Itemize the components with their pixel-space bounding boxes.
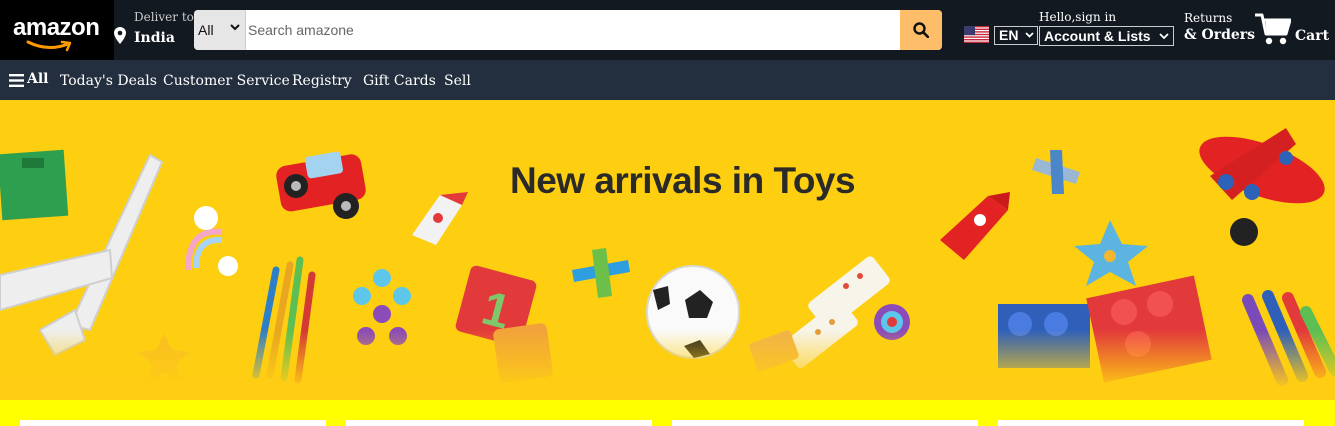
orders-label: & Orders xyxy=(1184,27,1256,43)
nav-gift-cards[interactable]: Gift Cards xyxy=(363,73,436,89)
language-select[interactable]: EN xyxy=(994,26,1038,45)
location-pin-icon xyxy=(114,27,126,44)
logo-text: amazon xyxy=(13,14,100,41)
language-value: EN xyxy=(999,27,1019,43)
returns-label: Returns xyxy=(1184,11,1233,25)
nav-customer-service[interactable]: Customer Service xyxy=(163,73,290,89)
all-menu-label: All xyxy=(27,71,49,87)
cart-label: Cart xyxy=(1295,28,1330,44)
hero-banner[interactable]: 1 New arrivals in Toys xyxy=(0,100,1335,400)
product-card[interactable] xyxy=(672,420,978,426)
us-flag-icon[interactable] xyxy=(964,26,989,43)
search-bar: All xyxy=(194,10,942,50)
product-card[interactable] xyxy=(346,420,652,426)
nav-sell[interactable]: Sell xyxy=(444,73,471,89)
account-lists-select[interactable]: Account & Lists xyxy=(1039,26,1174,46)
nav-registry[interactable]: Registry xyxy=(292,73,352,89)
sub-nav: All Today's Deals Customer Service Regis… xyxy=(0,60,1335,100)
returns-orders-link[interactable]: Returns & Orders xyxy=(1184,11,1255,43)
chevron-down-icon xyxy=(1159,33,1169,39)
account-lists-label: Account & Lists xyxy=(1044,28,1151,44)
product-card[interactable] xyxy=(20,420,326,426)
product-card[interactable] xyxy=(998,420,1304,426)
chevron-down-icon xyxy=(230,24,240,31)
account-greeting: Hello,sign in xyxy=(1039,10,1117,24)
top-nav: amazon Deliver to India All Search amazo… xyxy=(0,0,1335,60)
hamburger-icon xyxy=(9,74,24,87)
hero-fade xyxy=(0,330,1335,400)
deliver-to-label: Deliver to xyxy=(134,10,194,24)
search-button[interactable] xyxy=(900,10,942,50)
hero-title: New arrivals in Toys xyxy=(510,160,856,201)
search-category-select[interactable]: All xyxy=(194,10,246,50)
search-category-value: All xyxy=(198,22,214,38)
logo-smile-icon xyxy=(26,40,72,52)
amazon-logo[interactable]: amazon xyxy=(0,0,114,60)
nav-todays-deals[interactable]: Today's Deals xyxy=(60,73,157,89)
search-icon xyxy=(913,22,929,38)
chevron-down-icon xyxy=(1025,32,1034,38)
deliver-to-location: India xyxy=(134,30,175,46)
product-cards-row xyxy=(0,400,1335,426)
cart-icon xyxy=(1255,13,1291,45)
search-input[interactable] xyxy=(246,10,902,50)
